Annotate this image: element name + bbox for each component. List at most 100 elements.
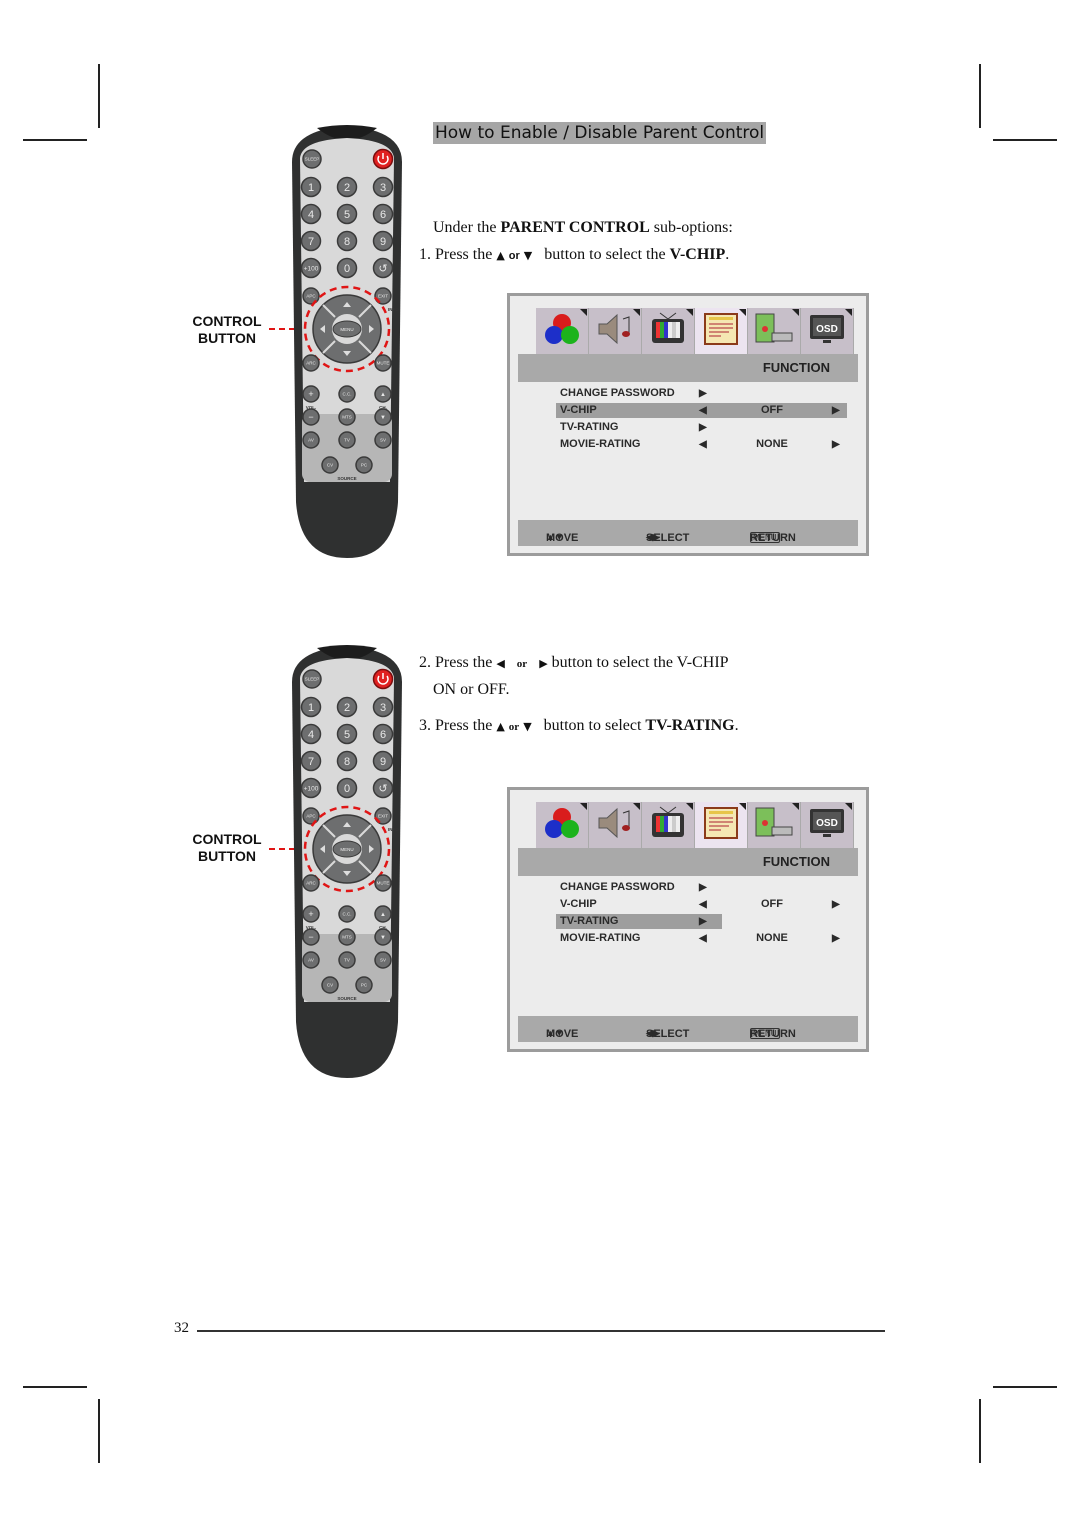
osd-menu-row[interactable]: MOVIE-RATING ◀ NONE ▶ — [556, 931, 856, 946]
digit-button-7[interactable]: 7 — [300, 750, 322, 772]
ch-up-button[interactable]: ▲ — [374, 905, 392, 923]
vol-up-button[interactable]: + — [302, 385, 320, 403]
osd-tab-tv-icon[interactable] — [642, 802, 695, 848]
tv-button[interactable]: TV — [338, 431, 356, 449]
osd-tab-picture-icon[interactable] — [536, 308, 589, 354]
osd-tab-osd-icon[interactable]: OSD — [801, 308, 854, 354]
button-label: +100 — [304, 785, 319, 792]
osd-row-label: TV-RATING — [560, 421, 619, 433]
crop-mark — [98, 64, 100, 128]
digit-button-8[interactable]: 8 — [336, 750, 358, 772]
digit-button-0[interactable]: 0 — [336, 777, 358, 799]
ch-down-button[interactable]: ▼ — [374, 928, 392, 946]
digit-button-3[interactable]: 3 — [372, 696, 394, 718]
osd-tab-sound-icon[interactable] — [589, 802, 642, 848]
mts-button[interactable]: MTS — [338, 408, 356, 426]
button-label: 7 — [308, 236, 314, 248]
osd-tab-osd-icon[interactable]: OSD — [801, 802, 854, 848]
osd-tab-picture-icon[interactable] — [536, 802, 589, 848]
vol-up-button[interactable]: + — [302, 905, 320, 923]
button-label: SLEEP — [305, 157, 320, 162]
arc-button[interactable]: ARC — [302, 354, 320, 372]
cc-button[interactable]: C.C. — [338, 385, 356, 403]
osd-row-label: MOVIE-RATING — [560, 438, 641, 450]
sv-button[interactable]: SV — [374, 951, 392, 969]
button-label: EXIT — [378, 294, 388, 299]
button-label: +100 — [304, 265, 319, 272]
osd-icon: OSD — [805, 803, 849, 848]
button-label: 5 — [344, 209, 350, 221]
down-arrow-icon: ▼ — [523, 249, 533, 262]
recall-button[interactable]: ↺ — [372, 777, 394, 799]
button-label: 4 — [308, 209, 314, 221]
osd-tab-function-icon[interactable] — [695, 308, 748, 354]
osd-menu-row[interactable]: CHANGE PASSWORD ▶ — [556, 386, 856, 401]
digit-button-8[interactable]: 8 — [336, 230, 358, 252]
text: . — [725, 246, 730, 263]
arc-button[interactable]: ARC — [302, 874, 320, 892]
osd-menu-row[interactable]: V-CHIP ◀ OFF ▶ — [556, 403, 856, 418]
digit-button-0[interactable]: 0 — [336, 257, 358, 279]
digit-button-5[interactable]: 5 — [336, 723, 358, 745]
tv-button[interactable]: TV — [338, 951, 356, 969]
sleep-button[interactable]: SLEEP — [302, 149, 322, 169]
osd-menu-row[interactable]: TV-RATING ▶ — [556, 914, 856, 929]
osd-menu-row[interactable]: CHANGE PASSWORD ▶ — [556, 880, 856, 895]
power-button[interactable] — [372, 668, 394, 690]
button-label: SLEEP — [305, 677, 320, 682]
digit-button-2[interactable]: 2 — [336, 696, 358, 718]
osd-tab-pc-icon[interactable] — [748, 802, 801, 848]
text: button to select the — [540, 246, 670, 263]
sleep-button[interactable]: SLEEP — [302, 669, 322, 689]
digit-button-6[interactable]: 6 — [372, 723, 394, 745]
pc-button[interactable]: PC — [355, 456, 373, 474]
digit-button-6[interactable]: 6 — [372, 203, 394, 225]
osd-menu-row[interactable]: MOVIE-RATING ◀ NONE ▶ — [556, 437, 856, 452]
ch-up-button[interactable]: ▲ — [374, 385, 392, 403]
digit-button-5[interactable]: 5 — [336, 203, 358, 225]
dpad-control[interactable]: MENU — [312, 814, 382, 884]
ch-down-button[interactable]: ▼ — [374, 408, 392, 426]
cc-button[interactable]: C.C. — [338, 905, 356, 923]
digit-button-4[interactable]: 4 — [300, 203, 322, 225]
button-label: C.C. — [343, 392, 352, 397]
cv-button[interactable]: CV — [321, 456, 339, 474]
digit-button-9[interactable]: 9 — [372, 750, 394, 772]
digit-button-4[interactable]: 4 — [300, 723, 322, 745]
av-button[interactable]: AV — [302, 431, 320, 449]
vol-down-button[interactable]: − — [302, 408, 320, 426]
mts-button[interactable]: MTS — [338, 928, 356, 946]
digit-button-3[interactable]: 3 — [372, 176, 394, 198]
sv-button[interactable]: SV — [374, 431, 392, 449]
vol-down-button[interactable]: − — [302, 928, 320, 946]
button-label: 1 — [308, 702, 314, 714]
digit-button-7[interactable]: 7 — [300, 230, 322, 252]
digit-button-1[interactable]: 1 — [300, 176, 322, 198]
text: MOVE — [546, 1028, 579, 1040]
osd-row-value: OFF — [761, 404, 783, 416]
av-button[interactable]: AV — [302, 951, 320, 969]
plus100-button[interactable]: +100 — [300, 777, 322, 799]
osd-tab-sound-icon[interactable] — [589, 308, 642, 354]
button-label: ▲ — [380, 392, 386, 398]
digit-button-2[interactable]: 2 — [336, 176, 358, 198]
osd-menu-row[interactable]: V-CHIP ◀ OFF ▶ — [556, 897, 856, 912]
digit-button-1[interactable]: 1 — [300, 696, 322, 718]
osd-tab-pc-icon[interactable] — [748, 308, 801, 354]
osd-section-header: FUNCTION — [518, 354, 858, 382]
recall-button[interactable]: ↺ — [372, 257, 394, 279]
button-label: 6 — [380, 729, 386, 741]
power-button[interactable] — [372, 148, 394, 170]
mute-button[interactable]: MUTE — [374, 354, 392, 372]
osd-menu-row[interactable]: TV-RATING ▶ — [556, 420, 856, 435]
dpad-control[interactable]: MENU — [312, 294, 382, 364]
digit-button-9[interactable]: 9 — [372, 230, 394, 252]
source-label: SOURCE — [337, 476, 356, 481]
cv-button[interactable]: CV — [321, 976, 339, 994]
pc-button[interactable]: PC — [355, 976, 373, 994]
callout-line2: BUTTON — [197, 848, 257, 864]
osd-tab-function-icon[interactable] — [695, 802, 748, 848]
osd-tab-tv-icon[interactable] — [642, 308, 695, 354]
plus100-button[interactable]: +100 — [300, 257, 322, 279]
mute-button[interactable]: MUTE — [374, 874, 392, 892]
